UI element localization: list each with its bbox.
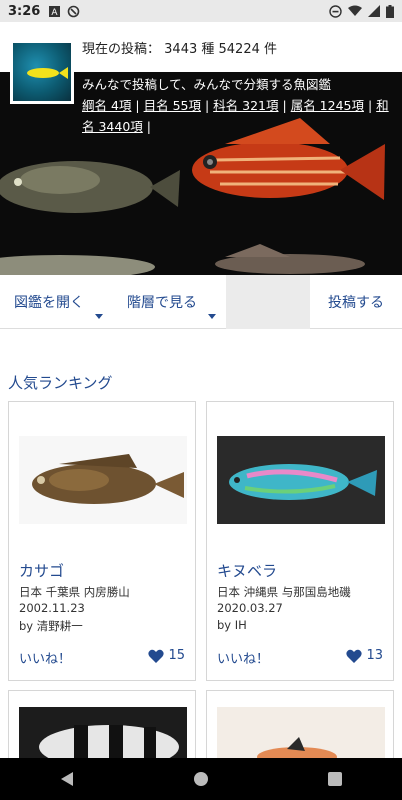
by-rank-label: 階層で見る [127,295,197,311]
like-button[interactable]: いいね！ [19,648,71,667]
signal-icon [368,5,380,17]
status-bar: 3:26 A [0,0,402,22]
like-count-value: 13 [366,648,383,663]
post-count: 現在の投稿： 3443 種 54224 件 [82,38,277,57]
like-count: 15 [148,648,185,663]
separator: | [135,98,144,113]
tagline-text: みんなで投稿して、みんなで分類する魚図鑑 [82,77,332,92]
fish-photo [19,436,187,524]
status-time: 3:26 [8,3,41,19]
android-nav-bar [0,758,402,800]
separator: | [204,98,214,113]
separator: | [367,98,377,113]
home-icon[interactable] [193,771,209,787]
nav-spacer [226,275,310,329]
notification-circle-icon [68,5,80,17]
ranking-card[interactable]: キヌベラ 日本 沖縄県 与那国島地磯 2020.03.27 by IH いいね！… [206,401,394,681]
post-count-label: 現在の投稿： [82,42,161,57]
fish-name[interactable]: キヌベラ [217,560,277,581]
recents-icon[interactable] [328,772,343,786]
ranking-card[interactable]: カサゴ 日本 千葉県 内房勝山 2002.11.23 by 清野耕一 いいね！ … [8,401,196,681]
taxa-link-class[interactable]: 綱名 4項 [82,98,131,113]
post-count-value: 3443 種 54224 件 [164,42,277,57]
svg-text:A: A [52,8,59,18]
caret-down-icon [95,314,103,319]
post-label: 投稿する [328,295,384,311]
taxa-link-genus[interactable]: 属名 1245項 [291,98,364,113]
taxa-links: 綱名 4項 | 目名 55項 | 科名 321項 | 属名 1245項 | 和名… [82,95,394,137]
fish-author: by IH [217,618,247,632]
heart-icon [148,649,165,663]
main-nav: 図鑑を開く 階層で見る 投稿する [0,275,402,329]
caret-down-icon [208,314,216,319]
like-count-value: 15 [168,648,185,663]
battery-icon [386,4,394,18]
by-rank-button[interactable]: 階層で見る [113,275,226,329]
taxa-link-family[interactable]: 科名 321項 [213,98,278,113]
taxa-link-order[interactable]: 目名 55項 [144,98,201,113]
post-button[interactable]: 投稿する [310,275,402,329]
fish-date: 2020.03.27 [217,601,283,615]
tagline-block: みんなで投稿して、みんなで分類する魚図鑑 綱名 4項 | 目名 55項 | 科名… [82,74,394,137]
wifi-icon [348,5,362,16]
notification-a-icon: A [49,5,61,18]
back-icon[interactable] [60,771,74,787]
fish-name[interactable]: カサゴ [19,560,64,581]
status-icons [329,4,394,18]
fish-date: 2002.11.23 [19,601,85,615]
like-button[interactable]: いいね！ [217,648,269,667]
fish-photo [217,436,385,524]
yellow-fish-icon [27,67,68,79]
dnd-icon [329,4,342,18]
fish-location: 日本 沖縄県 与那国島地磯 [217,585,351,599]
separator: | [282,98,291,113]
header-banner: 現在の投稿： 3443 種 54224 件 みんなで投稿して、みんなで分類する魚… [0,22,402,275]
site-logo[interactable] [10,40,74,104]
fish-author: by 清野耕一 [19,619,83,633]
open-zukan-label: 図鑑を開く [14,295,84,311]
open-zukan-button[interactable]: 図鑑を開く [0,275,113,329]
fish-location: 日本 千葉県 内房勝山 [19,585,130,599]
page: 3:26 A 現在の投稿： 3443 種 54224 件 みんなで投稿して、みん… [0,0,402,800]
like-count: 13 [346,648,383,663]
separator: | [146,119,151,134]
ranking-title: 人気ランキング [8,374,113,392]
heart-icon [346,649,363,663]
